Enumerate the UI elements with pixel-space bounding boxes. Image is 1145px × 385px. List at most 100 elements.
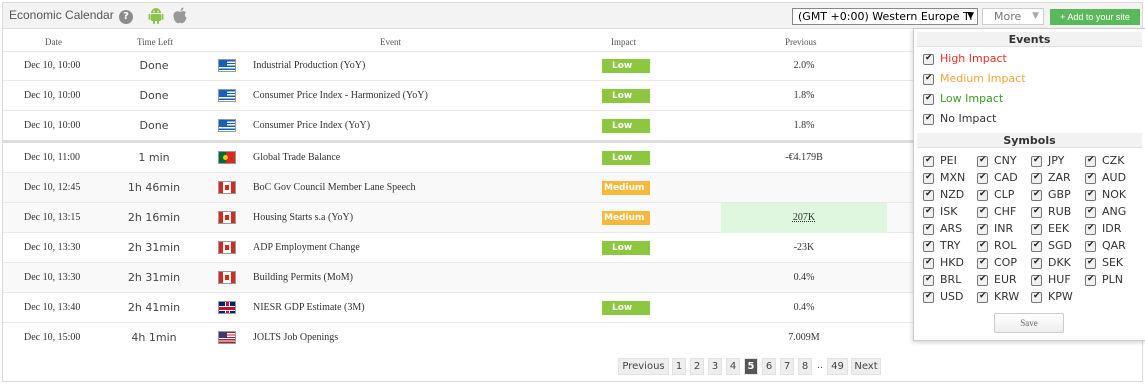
low-impact-label[interactable]: Low Impact bbox=[940, 92, 1003, 105]
symbol-checkbox[interactable] bbox=[923, 257, 934, 269]
col-header-date[interactable]: Date bbox=[45, 37, 62, 47]
symbol-label[interactable]: AUD bbox=[1102, 171, 1126, 184]
symbol-checkbox[interactable] bbox=[1085, 274, 1096, 286]
symbol-label[interactable]: PLN bbox=[1102, 273, 1123, 286]
high-impact-label[interactable]: High Impact bbox=[940, 52, 1007, 65]
symbol-label[interactable]: SEK bbox=[1102, 256, 1123, 269]
symbol-label[interactable]: MXN bbox=[940, 171, 965, 184]
symbol-checkbox[interactable] bbox=[1031, 291, 1042, 303]
symbol-label[interactable]: USD bbox=[940, 290, 964, 303]
symbol-label[interactable]: HUF bbox=[1048, 273, 1071, 286]
symbol-checkbox[interactable] bbox=[1085, 206, 1096, 218]
symbol-checkbox[interactable] bbox=[1031, 206, 1042, 218]
symbol-checkbox[interactable] bbox=[977, 274, 988, 286]
col-header-time-left[interactable]: Time Left bbox=[137, 37, 173, 47]
symbol-checkbox[interactable] bbox=[977, 257, 988, 269]
medium-impact-checkbox[interactable] bbox=[923, 73, 934, 85]
symbol-label[interactable]: JPY bbox=[1048, 154, 1064, 167]
symbol-label[interactable]: TRY bbox=[940, 239, 960, 252]
more-button[interactable]: More ▼ bbox=[982, 8, 1044, 25]
symbol-label[interactable]: IDR bbox=[1102, 222, 1121, 235]
pagination-page[interactable]: 2 bbox=[690, 358, 704, 375]
row-event[interactable]: Building Permits (MoM) bbox=[253, 272, 353, 283]
pagination-page[interactable]: 4 bbox=[726, 358, 740, 375]
row-event[interactable]: Industrial Production (YoY) bbox=[253, 60, 365, 71]
row-event[interactable]: NIESR GDP Estimate (3M) bbox=[253, 302, 365, 313]
symbol-checkbox[interactable] bbox=[923, 240, 934, 252]
symbol-label[interactable]: CZK bbox=[1102, 154, 1124, 167]
row-event[interactable]: BoC Gov Council Member Lane Speech bbox=[253, 182, 415, 193]
symbol-checkbox[interactable] bbox=[1031, 172, 1042, 184]
pagination-current-page[interactable]: 5 bbox=[744, 358, 758, 375]
symbol-label[interactable]: EEK bbox=[1048, 222, 1069, 235]
symbol-label[interactable]: COP bbox=[994, 256, 1017, 269]
symbol-checkbox[interactable] bbox=[1031, 257, 1042, 269]
no-impact-label[interactable]: No Impact bbox=[940, 112, 997, 125]
symbol-checkbox[interactable] bbox=[1031, 274, 1042, 286]
row-event[interactable]: Consumer Price Index - Harmonized (YoY) bbox=[253, 90, 428, 101]
high-impact-checkbox[interactable] bbox=[923, 53, 934, 65]
row-event[interactable]: JOLTS Job Openings bbox=[253, 332, 338, 343]
symbol-label[interactable]: SGD bbox=[1048, 239, 1072, 252]
symbol-checkbox[interactable] bbox=[977, 189, 988, 201]
symbol-label[interactable]: NOK bbox=[1102, 188, 1126, 201]
pagination-page[interactable]: 49 bbox=[827, 358, 848, 375]
symbol-label[interactable]: BRL bbox=[940, 273, 961, 286]
symbol-label[interactable]: DKK bbox=[1048, 256, 1071, 269]
timezone-select[interactable]: (GMT +0:00) Western Europe Ti ▼ bbox=[792, 8, 978, 25]
pagination-page[interactable]: 3 bbox=[708, 358, 722, 375]
pagination-next[interactable]: Next bbox=[851, 358, 881, 375]
symbol-checkbox[interactable] bbox=[923, 291, 934, 303]
symbol-checkbox[interactable] bbox=[977, 291, 988, 303]
symbol-checkbox[interactable] bbox=[923, 189, 934, 201]
android-icon[interactable] bbox=[147, 7, 165, 25]
symbol-label[interactable]: RUB bbox=[1048, 205, 1071, 218]
symbol-checkbox[interactable] bbox=[923, 223, 934, 235]
symbol-checkbox[interactable] bbox=[977, 155, 988, 167]
pagination-page[interactable]: 7 bbox=[780, 358, 794, 375]
col-header-event[interactable]: Event bbox=[380, 37, 401, 47]
symbol-checkbox[interactable] bbox=[1085, 240, 1096, 252]
symbol-label[interactable]: NZD bbox=[940, 188, 964, 201]
row-event[interactable]: Global Trade Balance bbox=[253, 152, 340, 163]
pagination-page[interactable]: 8 bbox=[798, 358, 812, 375]
symbol-label[interactable]: CNY bbox=[994, 154, 1017, 167]
add-to-site-button[interactable]: + Add to your site bbox=[1050, 9, 1140, 25]
row-event[interactable]: ADP Employment Change bbox=[253, 242, 360, 253]
symbol-checkbox[interactable] bbox=[923, 206, 934, 218]
low-impact-checkbox[interactable] bbox=[923, 93, 934, 105]
symbol-label[interactable]: GBP bbox=[1048, 188, 1071, 201]
save-button[interactable]: Save bbox=[994, 313, 1064, 333]
symbol-label[interactable]: CLP bbox=[994, 188, 1014, 201]
row-event[interactable]: Consumer Price Index (YoY) bbox=[253, 120, 370, 131]
symbol-label[interactable]: INR bbox=[994, 222, 1013, 235]
pagination-page[interactable]: 1 bbox=[672, 358, 686, 375]
symbol-checkbox[interactable] bbox=[923, 155, 934, 167]
symbol-checkbox[interactable] bbox=[923, 274, 934, 286]
apple-icon[interactable] bbox=[172, 7, 188, 25]
symbol-checkbox[interactable] bbox=[1031, 189, 1042, 201]
pagination-page[interactable]: 6 bbox=[762, 358, 776, 375]
symbol-label[interactable]: QAR bbox=[1102, 239, 1126, 252]
symbol-label[interactable]: PEI bbox=[940, 154, 957, 167]
row-event[interactable]: Housing Starts s.a (YoY) bbox=[253, 212, 353, 223]
col-header-previous[interactable]: Previous bbox=[785, 37, 817, 47]
symbol-checkbox[interactable] bbox=[977, 172, 988, 184]
help-icon[interactable]: ? bbox=[119, 10, 133, 24]
pagination-previous[interactable]: Previous bbox=[618, 358, 669, 375]
symbol-label[interactable]: CHF bbox=[994, 205, 1016, 218]
symbol-label[interactable]: ARS bbox=[940, 222, 962, 235]
symbol-label[interactable]: KPW bbox=[1048, 290, 1073, 303]
symbol-checkbox[interactable] bbox=[1031, 240, 1042, 252]
symbol-checkbox[interactable] bbox=[977, 206, 988, 218]
symbol-checkbox[interactable] bbox=[1085, 189, 1096, 201]
no-impact-checkbox[interactable] bbox=[923, 113, 934, 125]
symbol-label[interactable]: HKD bbox=[940, 256, 964, 269]
symbol-checkbox[interactable] bbox=[1085, 172, 1096, 184]
symbol-label[interactable]: ISK bbox=[940, 205, 957, 218]
symbol-label[interactable]: CAD bbox=[994, 171, 1018, 184]
symbol-checkbox[interactable] bbox=[1085, 257, 1096, 269]
symbol-checkbox[interactable] bbox=[923, 172, 934, 184]
symbol-checkbox[interactable] bbox=[1085, 155, 1096, 167]
symbol-checkbox[interactable] bbox=[977, 240, 988, 252]
